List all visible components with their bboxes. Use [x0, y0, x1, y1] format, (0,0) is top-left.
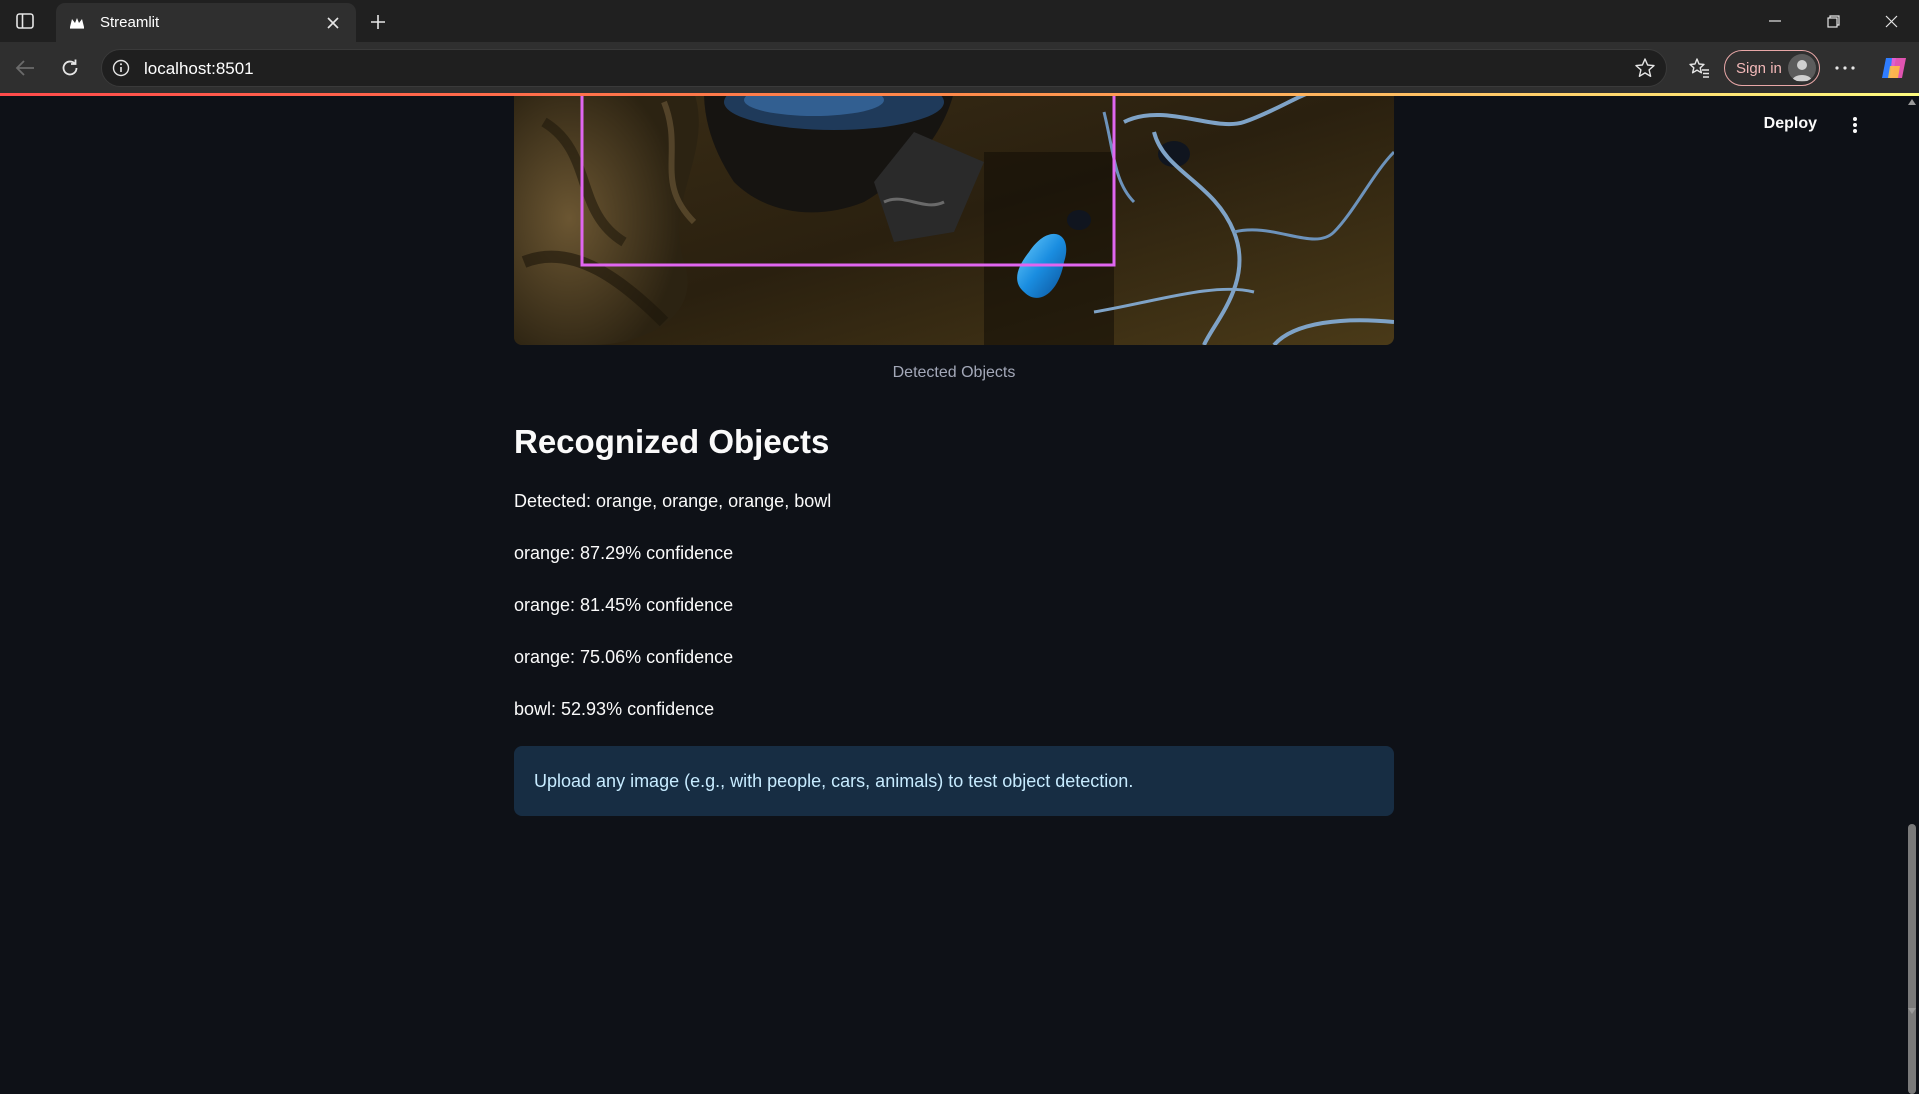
- page-scrollbar[interactable]: [1905, 96, 1919, 1094]
- more-options-icon[interactable]: [1830, 53, 1860, 83]
- streamlit-crown-icon: [68, 14, 86, 32]
- browser-tab[interactable]: Streamlit: [56, 3, 356, 42]
- favorites-icon[interactable]: [1684, 53, 1714, 83]
- detected-objects-image: [514, 96, 1394, 345]
- streamlit-app: Deploy Detected Objects Recognized Objec…: [6, 96, 1899, 1017]
- section-heading: Recognized Objects: [514, 423, 830, 460]
- scroll-up-arrow-icon[interactable]: [1908, 98, 1916, 106]
- result-line: orange: 87.29% confidence: [514, 543, 734, 563]
- image-caption: Detected Objects: [892, 364, 1016, 381]
- new-tab-icon[interactable]: [364, 8, 392, 36]
- address-bar[interactable]: localhost:8501: [101, 49, 1667, 87]
- tab-title: Streamlit: [100, 14, 160, 31]
- deploy-button[interactable]: Deploy: [1764, 115, 1817, 133]
- result-line: orange: 75.06% confidence: [514, 647, 734, 667]
- sign-in-button[interactable]: Sign in: [1724, 50, 1820, 86]
- browser-tab-bar: Streamlit: [0, 0, 1919, 42]
- favorite-star-icon[interactable]: [1634, 57, 1656, 79]
- tab-actions-icon[interactable]: [12, 9, 38, 33]
- main-menu-icon[interactable]: [1845, 114, 1865, 136]
- scroll-down-arrow-icon[interactable]: [1908, 1007, 1916, 1015]
- reload-icon[interactable]: [54, 52, 86, 84]
- result-line: orange: 81.45% confidence: [514, 595, 734, 615]
- back-arrow-icon[interactable]: [9, 52, 41, 84]
- restore-icon[interactable]: [1810, 6, 1856, 36]
- result-line: bowl: 52.93% confidence: [514, 699, 715, 719]
- copilot-icon[interactable]: [1878, 52, 1910, 84]
- scroll-thumb[interactable]: [1908, 824, 1916, 1094]
- browser-toolbar: localhost:8501 Sign in: [0, 42, 1919, 94]
- url-text[interactable]: localhost:8501: [144, 59, 254, 79]
- close-tab-icon[interactable]: [322, 12, 344, 34]
- detected-summary: Detected: orange, orange, orange, bowl: [514, 491, 832, 511]
- info-message: Upload any image (e.g., with people, car…: [534, 770, 1134, 791]
- minimize-icon[interactable]: [1752, 6, 1798, 36]
- sign-in-label: Sign in: [1736, 59, 1782, 77]
- avatar-icon: [1788, 54, 1816, 82]
- site-info-icon[interactable]: [112, 59, 130, 77]
- close-window-icon[interactable]: [1868, 6, 1914, 36]
- info-alert: Upload any image (e.g., with people, car…: [514, 746, 1394, 816]
